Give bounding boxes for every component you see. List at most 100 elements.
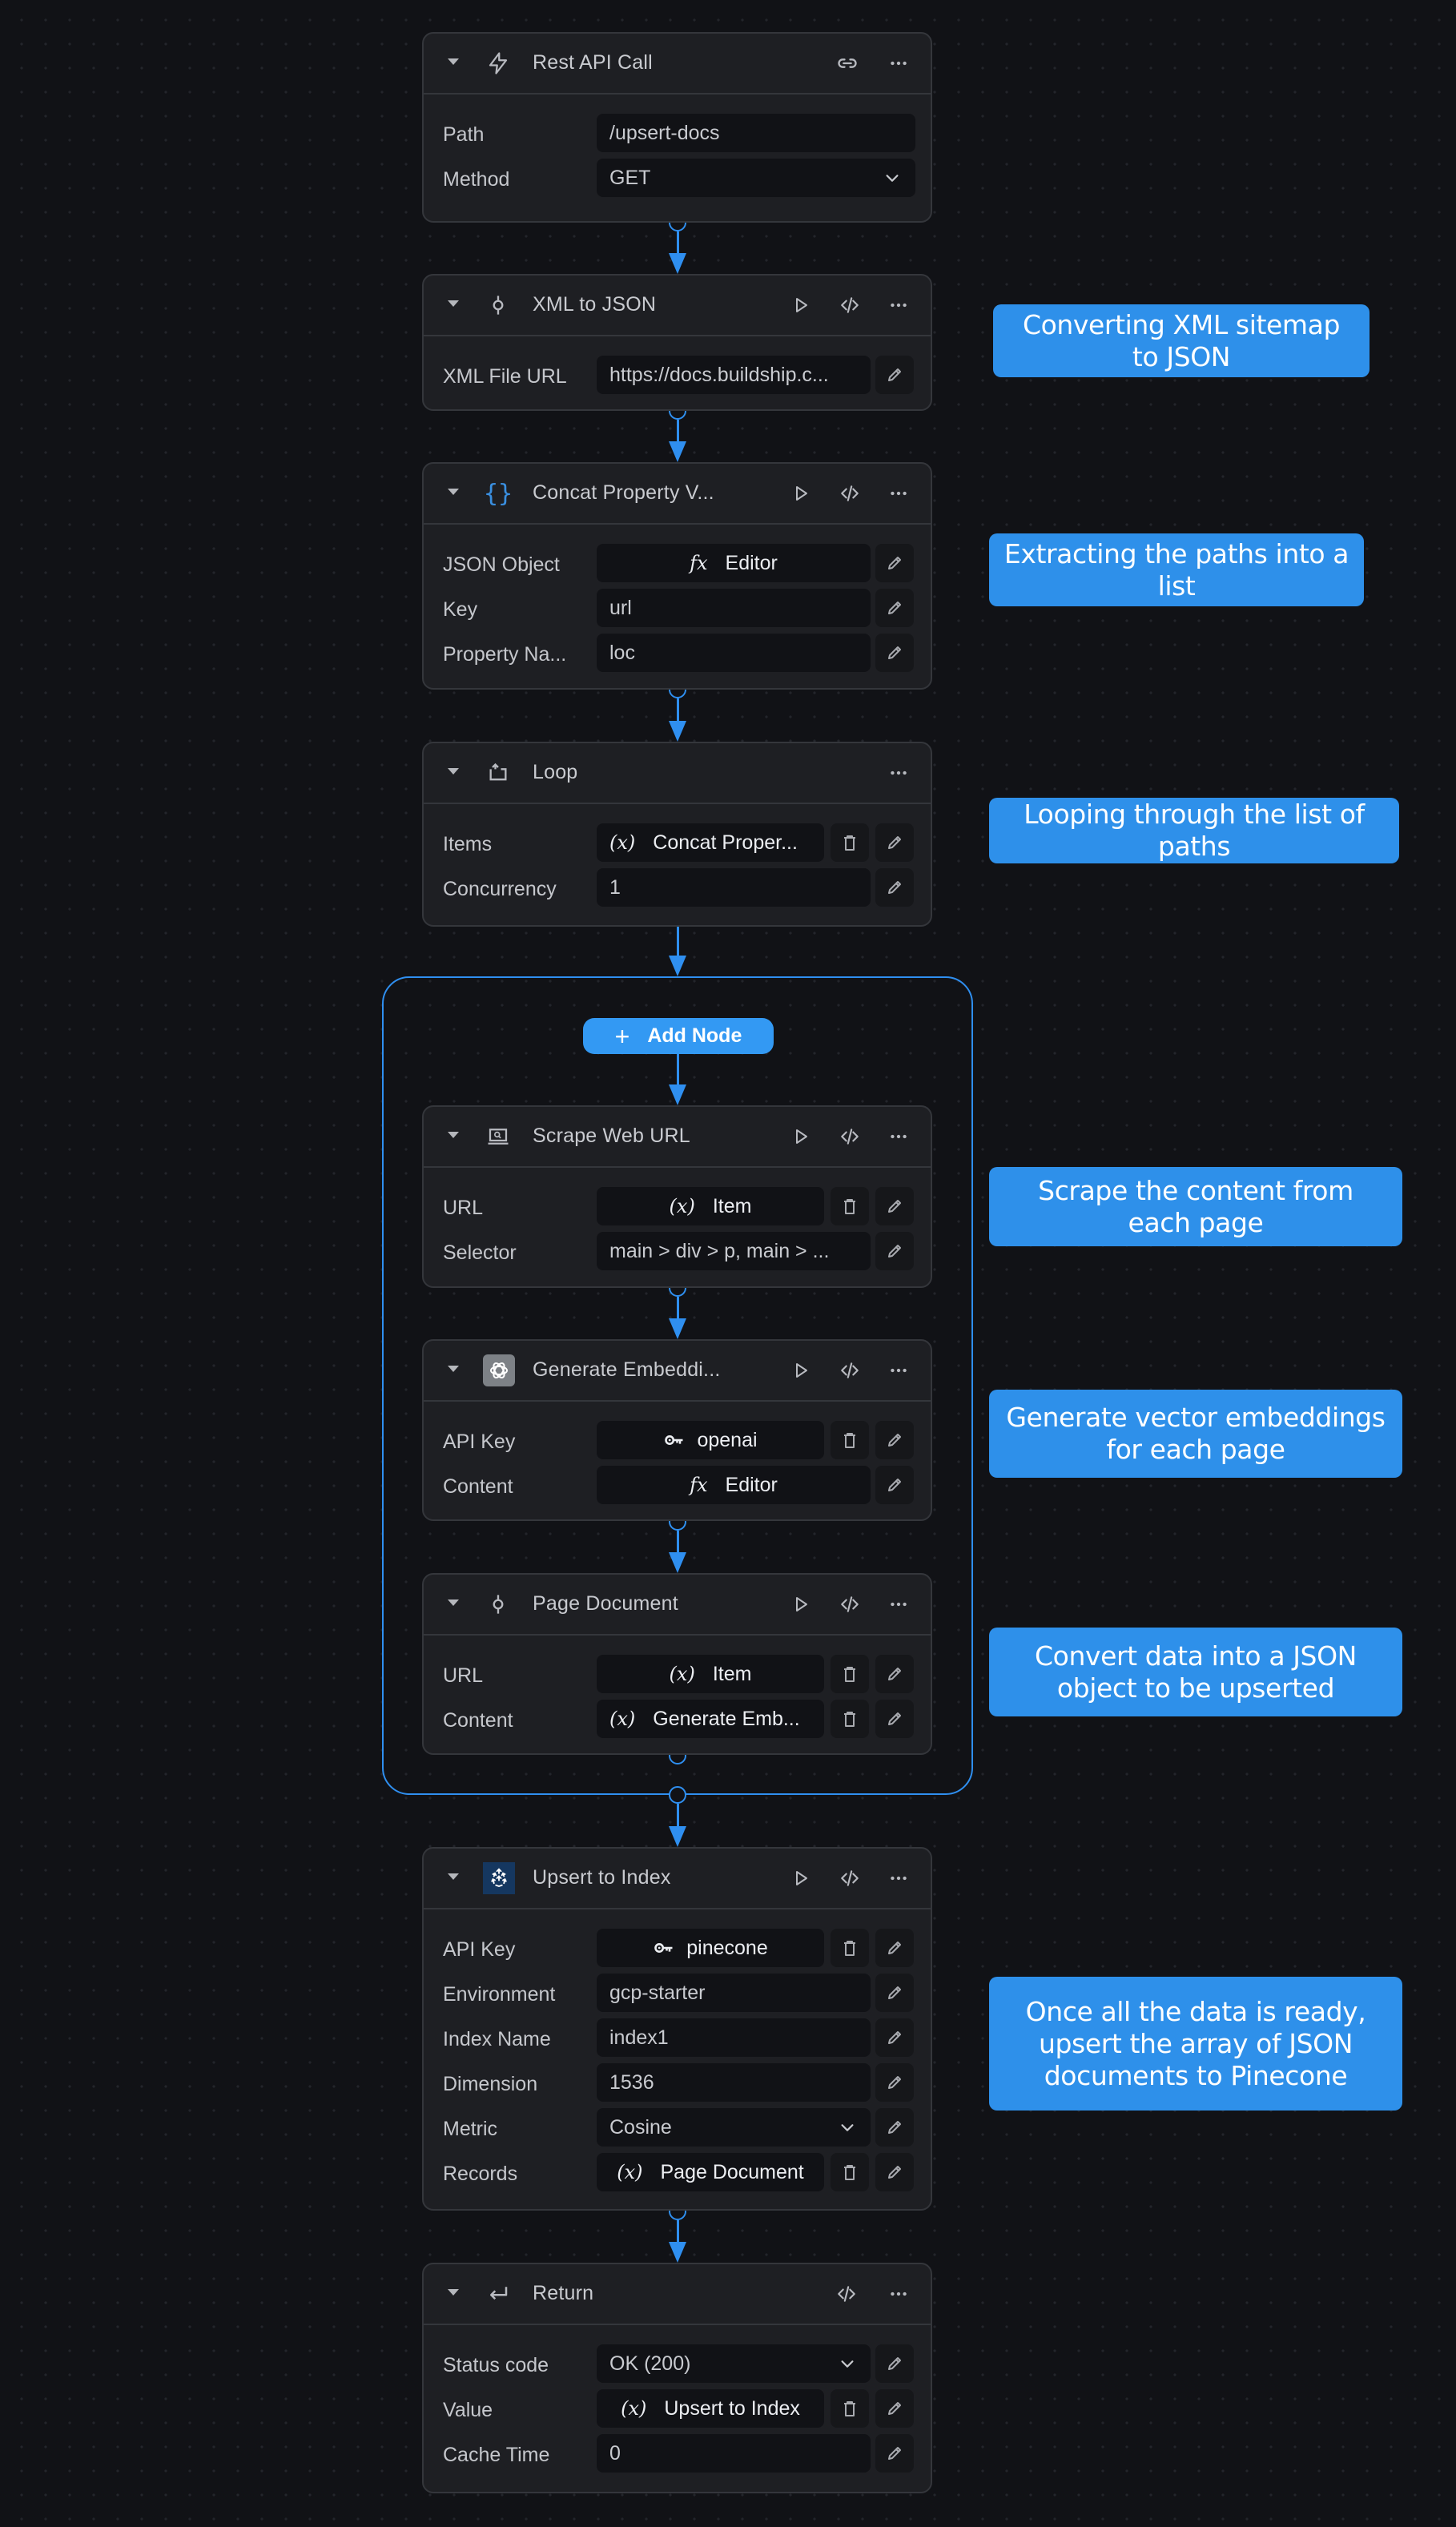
- edit-icon[interactable]: [875, 2108, 914, 2147]
- play-icon[interactable]: [786, 1863, 816, 1893]
- collapse-caret-icon[interactable]: [448, 2289, 459, 2296]
- node-concat-property[interactable]: {} Concat Property V... JSON Object fx E…: [422, 462, 932, 690]
- trash-icon[interactable]: [831, 823, 869, 862]
- json-object-editor[interactable]: fx Editor: [597, 544, 871, 582]
- collapse-caret-icon[interactable]: [448, 300, 459, 307]
- edit-icon[interactable]: [875, 868, 914, 907]
- edit-icon[interactable]: [875, 2063, 914, 2102]
- code-icon[interactable]: [835, 478, 865, 509]
- metric-select[interactable]: Cosine: [597, 2108, 871, 2147]
- trash-icon[interactable]: [831, 1700, 869, 1738]
- note-extract-paths[interactable]: Extracting the paths into a list: [989, 533, 1364, 606]
- more-options-icon[interactable]: [883, 48, 914, 78]
- edit-icon[interactable]: [875, 1974, 914, 2012]
- collapse-caret-icon[interactable]: [448, 1873, 459, 1880]
- api-key-secret-chip[interactable]: pinecone: [597, 1929, 824, 1967]
- more-options-icon[interactable]: [883, 478, 914, 509]
- content-variable-chip[interactable]: (x) Generate Emb...: [597, 1700, 824, 1738]
- link-icon[interactable]: [832, 48, 863, 78]
- more-options-icon[interactable]: [883, 290, 914, 320]
- edit-icon[interactable]: [875, 589, 914, 627]
- edit-icon[interactable]: [875, 1929, 914, 1967]
- property-name-input[interactable]: loc: [597, 634, 871, 672]
- code-icon[interactable]: [831, 2279, 862, 2309]
- collapse-caret-icon[interactable]: [448, 1599, 459, 1606]
- method-select[interactable]: GET: [597, 159, 915, 197]
- node-loop[interactable]: Loop Items (x) Concat Proper... Concurre…: [422, 742, 932, 927]
- loop-output-port[interactable]: [669, 1786, 686, 1804]
- collapse-caret-icon[interactable]: [448, 768, 459, 775]
- play-icon[interactable]: [786, 1589, 816, 1620]
- more-options-icon[interactable]: [883, 1863, 914, 1893]
- xml-url-input[interactable]: https://docs.buildship.c...: [597, 356, 871, 394]
- node-rest-api-call[interactable]: Rest API Call Path /upsert-docs Method G…: [422, 32, 932, 223]
- more-options-icon[interactable]: [883, 1355, 914, 1386]
- code-icon[interactable]: [835, 1589, 865, 1620]
- code-icon[interactable]: [835, 290, 865, 320]
- collapse-caret-icon[interactable]: [448, 58, 459, 65]
- note-upsert-pinecone[interactable]: Once all the data is ready, upsert the a…: [989, 1977, 1402, 2111]
- url-variable-chip[interactable]: (x) Item: [597, 1187, 824, 1225]
- trash-icon[interactable]: [831, 2153, 869, 2191]
- index-name-input[interactable]: index1: [597, 2018, 871, 2057]
- edit-icon[interactable]: [875, 1655, 914, 1693]
- edit-icon[interactable]: [875, 1187, 914, 1225]
- play-icon[interactable]: [786, 290, 816, 320]
- node-return[interactable]: Return Status code OK (200) Value (x) Up…: [422, 2263, 932, 2493]
- records-variable-chip[interactable]: (x) Page Document: [597, 2153, 824, 2191]
- play-icon[interactable]: [786, 478, 816, 509]
- path-input[interactable]: /upsert-docs: [597, 114, 915, 152]
- trash-icon[interactable]: [831, 1187, 869, 1225]
- node-xml-to-json[interactable]: XML to JSON XML File URL https://docs.bu…: [422, 274, 932, 411]
- edit-icon[interactable]: [875, 1421, 914, 1459]
- edit-icon[interactable]: [875, 1700, 914, 1738]
- edit-icon[interactable]: [875, 1232, 914, 1270]
- play-icon[interactable]: [786, 1121, 816, 1152]
- selector-input[interactable]: main > div > p, main > ...: [597, 1232, 871, 1270]
- concurrency-input[interactable]: 1: [597, 868, 871, 907]
- collapse-caret-icon[interactable]: [448, 1132, 459, 1138]
- node-scrape-web-url[interactable]: Scrape Web URL URL (x) Item Selector mai…: [422, 1105, 932, 1288]
- edit-icon[interactable]: [875, 544, 914, 582]
- code-icon[interactable]: [835, 1355, 865, 1386]
- edit-icon[interactable]: [875, 2389, 914, 2428]
- url-variable-chip[interactable]: (x) Item: [597, 1655, 824, 1693]
- trash-icon[interactable]: [831, 1421, 869, 1459]
- key-input[interactable]: url: [597, 589, 871, 627]
- collapse-caret-icon[interactable]: [448, 489, 459, 495]
- edit-icon[interactable]: [875, 356, 914, 394]
- environment-input[interactable]: gcp-starter: [597, 1974, 871, 2012]
- more-options-icon[interactable]: [883, 1121, 914, 1152]
- play-icon[interactable]: [786, 1355, 816, 1386]
- cache-time-input[interactable]: 0: [597, 2434, 871, 2473]
- code-icon[interactable]: [835, 1863, 865, 1893]
- trash-icon[interactable]: [831, 1929, 869, 1967]
- add-node-button[interactable]: + Add Node: [583, 1018, 774, 1054]
- items-variable-chip[interactable]: (x) Concat Proper...: [597, 823, 824, 862]
- code-icon[interactable]: [835, 1121, 865, 1152]
- collapse-caret-icon[interactable]: [448, 1366, 459, 1372]
- edit-icon[interactable]: [875, 823, 914, 862]
- node-upsert-to-index[interactable]: Upsert to Index API Key pinecone Environ…: [422, 1847, 932, 2211]
- more-options-icon[interactable]: [883, 1589, 914, 1620]
- note-xml-to-json[interactable]: Converting XML sitemap to JSON: [993, 304, 1370, 377]
- dimension-input[interactable]: 1536: [597, 2063, 871, 2102]
- note-convert-json[interactable]: Convert data into a JSON object to be up…: [989, 1628, 1402, 1716]
- node-generate-embeddings[interactable]: Generate Embeddi... API Key openai Conte…: [422, 1339, 932, 1521]
- note-loop-paths[interactable]: Looping through the list of paths: [989, 798, 1399, 863]
- node-page-document[interactable]: Page Document URL (x) Item Content (x) G…: [422, 1573, 932, 1755]
- edit-icon[interactable]: [875, 2344, 914, 2383]
- content-editor[interactable]: fx Editor: [597, 1466, 871, 1504]
- trash-icon[interactable]: [831, 2389, 869, 2428]
- value-variable-chip[interactable]: (x) Upsert to Index: [597, 2389, 824, 2428]
- trash-icon[interactable]: [831, 1655, 869, 1693]
- api-key-secret-chip[interactable]: openai: [597, 1421, 824, 1459]
- edit-icon[interactable]: [875, 2434, 914, 2473]
- edit-icon[interactable]: [875, 634, 914, 672]
- note-generate-embeddings[interactable]: Generate vector embeddings for each page: [989, 1390, 1402, 1478]
- status-code-select[interactable]: OK (200): [597, 2344, 871, 2383]
- edit-icon[interactable]: [875, 1466, 914, 1504]
- edit-icon[interactable]: [875, 2153, 914, 2191]
- more-options-icon[interactable]: [883, 2279, 914, 2309]
- edit-icon[interactable]: [875, 2018, 914, 2057]
